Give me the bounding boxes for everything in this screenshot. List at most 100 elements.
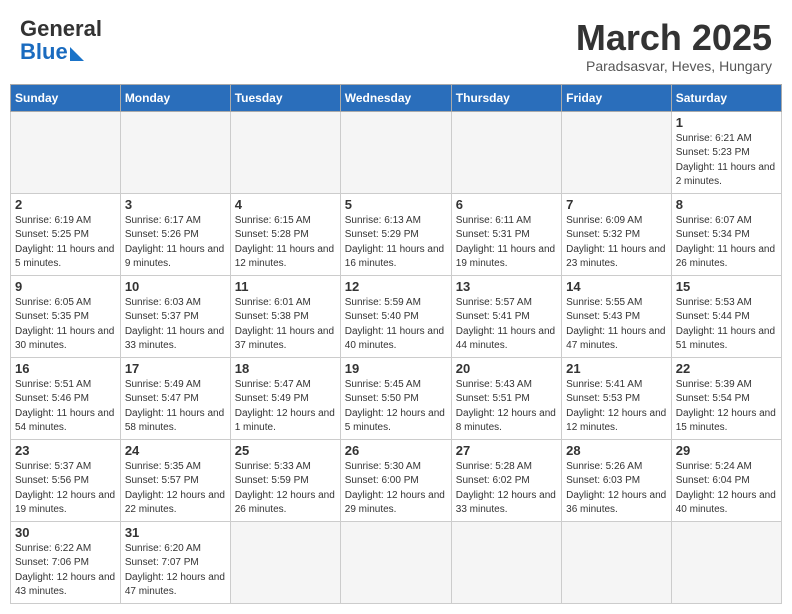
week-row-4: 16Sunrise: 5:51 AM Sunset: 5:46 PM Dayli… [11, 357, 782, 439]
day-info: Sunrise: 6:03 AM Sunset: 5:37 PM Dayligh… [125, 296, 226, 354]
calendar-cell: 16Sunrise: 5:51 AM Sunset: 5:46 PM Dayli… [11, 357, 121, 439]
logo-general: General [20, 16, 102, 41]
calendar-cell: 23 Sunrise: 5:37 AM Sunset: 5:56 PM Dayli… [11, 439, 121, 521]
page-header: General Blue March 2025 Paradsasvar, Hev… [10, 10, 782, 78]
day-info: Sunrise: 5:51 AM Sunset: 5:46 PM Dayligh… [15, 378, 116, 436]
date-number: 31 [125, 525, 226, 540]
calendar-cell [340, 521, 451, 603]
calendar-cell: 20 Sunrise: 5:43 AM Sunset: 5:51 PM Dayli… [451, 357, 561, 439]
date-number: 4 [235, 197, 336, 212]
week-row-2: 2 Sunrise: 6:19 AM Sunset: 5:25 PM Daylig… [11, 193, 782, 275]
week-row-5: 23 Sunrise: 5:37 AM Sunset: 5:56 PM Dayli… [11, 439, 782, 521]
calendar-cell: 24Sunrise: 5:35 AM Sunset: 5:57 PM Dayli… [120, 439, 230, 521]
day-info: Sunrise: 5:33 AM Sunset: 5:59 PM Dayligh… [235, 460, 336, 518]
day-info: Sunrise: 6:21 AM Sunset: 5:23 PM Dayligh… [676, 132, 777, 190]
calendar-cell: 27Sunrise: 5:28 AM Sunset: 6:02 PM Dayli… [451, 439, 561, 521]
calendar-cell: 13 Sunrise: 5:57 AM Sunset: 5:41 PM Dayli… [451, 275, 561, 357]
date-number: 2 [15, 197, 116, 212]
day-info: Sunrise: 5:57 AM Sunset: 5:41 PM Dayligh… [456, 296, 557, 354]
calendar-cell: 25 Sunrise: 5:33 AM Sunset: 5:59 PM Dayli… [230, 439, 340, 521]
date-number: 25 [235, 443, 336, 458]
day-header-wednesday: Wednesday [340, 84, 451, 111]
calendar-cell: 22Sunrise: 5:39 AM Sunset: 5:54 PM Dayli… [671, 357, 781, 439]
calendar-cell: 30 Sunrise: 6:22 AM Sunset: 7:06 PM Dayli… [11, 521, 121, 603]
week-row-3: 9 Sunrise: 6:05 AM Sunset: 5:35 PM Daylig… [11, 275, 782, 357]
calendar-cell: 26Sunrise: 5:30 AM Sunset: 6:00 PM Dayli… [340, 439, 451, 521]
day-info: Sunrise: 5:49 AM Sunset: 5:47 PM Dayligh… [125, 378, 226, 436]
date-number: 20 [456, 361, 557, 376]
calendar-cell [671, 521, 781, 603]
day-info: Sunrise: 5:24 AM Sunset: 6:04 PM Dayligh… [676, 460, 777, 518]
week-row-1: 1 Sunrise: 6:21 AM Sunset: 5:23 PM Daylig… [11, 111, 782, 193]
title-block: March 2025 Paradsasvar, Heves, Hungary [576, 18, 772, 74]
date-number: 30 [15, 525, 116, 540]
day-header-tuesday: Tuesday [230, 84, 340, 111]
calendar-cell: 21 Sunrise: 5:41 AM Sunset: 5:53 PM Dayli… [562, 357, 672, 439]
calendar-cell: 19 Sunrise: 5:45 AM Sunset: 5:50 PM Dayli… [340, 357, 451, 439]
day-header-monday: Monday [120, 84, 230, 111]
day-info: Sunrise: 5:59 AM Sunset: 5:40 PM Dayligh… [345, 296, 447, 354]
calendar-cell: 1 Sunrise: 6:21 AM Sunset: 5:23 PM Daylig… [671, 111, 781, 193]
date-number: 28 [566, 443, 667, 458]
day-header-saturday: Saturday [671, 84, 781, 111]
day-info: Sunrise: 6:13 AM Sunset: 5:29 PM Dayligh… [345, 214, 447, 272]
date-number: 13 [456, 279, 557, 294]
calendar-cell [230, 111, 340, 193]
date-number: 10 [125, 279, 226, 294]
calendar-header: SundayMondayTuesdayWednesdayThursdayFrid… [11, 84, 782, 111]
day-info: Sunrise: 5:43 AM Sunset: 5:51 PM Dayligh… [456, 378, 557, 436]
calendar-cell: 5 Sunrise: 6:13 AM Sunset: 5:29 PM Daylig… [340, 193, 451, 275]
calendar-cell [120, 111, 230, 193]
date-number: 7 [566, 197, 667, 212]
day-info: Sunrise: 6:01 AM Sunset: 5:38 PM Dayligh… [235, 296, 336, 354]
day-info: Sunrise: 5:30 AM Sunset: 6:00 PM Dayligh… [345, 460, 447, 518]
date-number: 8 [676, 197, 777, 212]
calendar-cell [451, 521, 561, 603]
calendar-cell [230, 521, 340, 603]
day-info: Sunrise: 5:28 AM Sunset: 6:02 PM Dayligh… [456, 460, 557, 518]
date-number: 21 [566, 361, 667, 376]
calendar-cell: 28Sunrise: 5:26 AM Sunset: 6:03 PM Dayli… [562, 439, 672, 521]
day-info: Sunrise: 6:11 AM Sunset: 5:31 PM Dayligh… [456, 214, 557, 272]
date-number: 17 [125, 361, 226, 376]
day-info: Sunrise: 5:39 AM Sunset: 5:54 PM Dayligh… [676, 378, 777, 436]
calendar-cell: 9 Sunrise: 6:05 AM Sunset: 5:35 PM Daylig… [11, 275, 121, 357]
calendar-cell [562, 521, 672, 603]
day-info: Sunrise: 5:37 AM Sunset: 5:56 PM Dayligh… [15, 460, 116, 518]
calendar-cell: 3Sunrise: 6:17 AM Sunset: 5:26 PM Daylig… [120, 193, 230, 275]
day-info: Sunrise: 5:55 AM Sunset: 5:43 PM Dayligh… [566, 296, 667, 354]
calendar-cell: 7 Sunrise: 6:09 AM Sunset: 5:32 PM Daylig… [562, 193, 672, 275]
day-header-thursday: Thursday [451, 84, 561, 111]
calendar-cell [11, 111, 121, 193]
date-number: 29 [676, 443, 777, 458]
day-info: Sunrise: 6:15 AM Sunset: 5:28 PM Dayligh… [235, 214, 336, 272]
day-info: Sunrise: 6:19 AM Sunset: 5:25 PM Dayligh… [15, 214, 116, 272]
day-info: Sunrise: 6:05 AM Sunset: 5:35 PM Dayligh… [15, 296, 116, 354]
date-number: 6 [456, 197, 557, 212]
date-number: 23 [15, 443, 116, 458]
day-info: Sunrise: 6:07 AM Sunset: 5:34 PM Dayligh… [676, 214, 777, 272]
calendar-cell: 11 Sunrise: 6:01 AM Sunset: 5:38 PM Dayli… [230, 275, 340, 357]
calendar-cell: 4 Sunrise: 6:15 AM Sunset: 5:28 PM Daylig… [230, 193, 340, 275]
date-number: 14 [566, 279, 667, 294]
calendar-cell: 17 Sunrise: 5:49 AM Sunset: 5:47 PM Dayli… [120, 357, 230, 439]
day-header-friday: Friday [562, 84, 672, 111]
logo-triangle-icon [70, 47, 84, 61]
calendar-cell: 6 Sunrise: 6:11 AM Sunset: 5:31 PM Daylig… [451, 193, 561, 275]
date-number: 12 [345, 279, 447, 294]
calendar-cell [562, 111, 672, 193]
date-number: 9 [15, 279, 116, 294]
calendar-cell [340, 111, 451, 193]
day-info: Sunrise: 5:41 AM Sunset: 5:53 PM Dayligh… [566, 378, 667, 436]
day-info: Sunrise: 6:17 AM Sunset: 5:26 PM Dayligh… [125, 214, 226, 272]
date-number: 19 [345, 361, 447, 376]
date-number: 11 [235, 279, 336, 294]
day-info: Sunrise: 6:09 AM Sunset: 5:32 PM Dayligh… [566, 214, 667, 272]
calendar-cell [451, 111, 561, 193]
day-info: Sunrise: 6:22 AM Sunset: 7:06 PM Dayligh… [15, 542, 116, 600]
calendar-cell: 12 Sunrise: 5:59 AM Sunset: 5:40 PM Dayli… [340, 275, 451, 357]
month-title: March 2025 [576, 18, 772, 58]
date-number: 1 [676, 115, 777, 130]
date-number: 5 [345, 197, 447, 212]
day-info: Sunrise: 5:45 AM Sunset: 5:50 PM Dayligh… [345, 378, 447, 436]
